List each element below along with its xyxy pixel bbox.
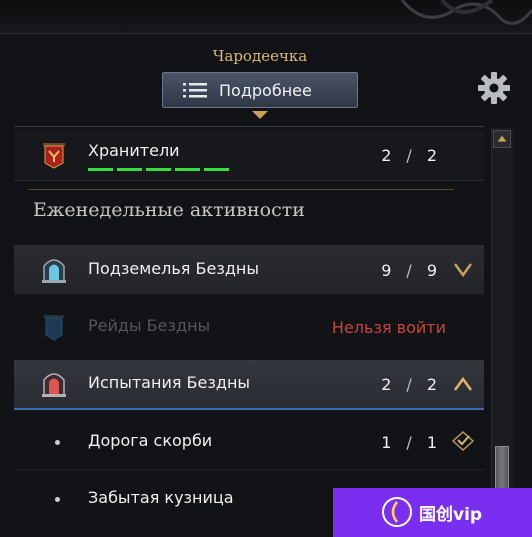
guardians-label: Хранители — [88, 141, 180, 160]
guardians-count: 2/2 — [381, 146, 438, 165]
bullet-dot — [55, 497, 60, 502]
watermark-badge: 国创vip — [333, 488, 532, 537]
progress-segment — [117, 168, 142, 171]
abyss-dungeons-label: Подземелья Бездны — [88, 259, 259, 278]
diamond-checkmark-icon — [452, 431, 474, 451]
raid-banner-icon — [44, 315, 64, 341]
watermark-text: 国创vip — [419, 505, 483, 525]
forgotten-forge-label: Забытая кузница — [88, 488, 234, 507]
window-top-frame — [0, 0, 532, 34]
chevron-up-icon[interactable] — [454, 377, 472, 391]
list-divider — [14, 126, 484, 127]
abyss-raids-row: Рейды Бездны Нельзя войти — [14, 302, 484, 352]
progress-segment — [88, 168, 113, 171]
abyss-dungeons-count: 9/9 — [381, 261, 438, 280]
abyss-gate-icon — [42, 259, 66, 283]
abyss-dungeons-row[interactable]: Подземелья Бездны 9/9 — [14, 245, 484, 295]
guardians-progress-bar — [88, 168, 229, 171]
road-of-sorrow-count: 1/1 — [381, 433, 438, 452]
section-divider — [28, 189, 454, 190]
road-of-sorrow-label: Дорога скорби — [88, 431, 213, 450]
gear-icon[interactable] — [477, 71, 511, 105]
bullet-dot — [55, 440, 60, 445]
character-name: Чародеечка — [212, 47, 308, 65]
abyss-trials-row[interactable]: Испытания Бездны 2/2 — [14, 360, 484, 410]
abyss-raids-label: Рейды Бездны — [88, 316, 211, 335]
dropdown-notch-icon — [252, 111, 268, 119]
weekly-section-title: Еженедельные активности — [33, 199, 305, 221]
guardians-row[interactable]: Хранители 2/2 — [14, 129, 484, 181]
trial-gate-icon — [42, 373, 66, 397]
progress-segment — [175, 168, 200, 171]
progress-segment — [146, 168, 171, 171]
details-button-label: Подробнее — [219, 80, 312, 100]
list-icon — [183, 83, 207, 98]
cannot-enter-status: Нельзя войти — [331, 318, 446, 337]
watermark-logo-icon — [382, 497, 412, 527]
road-of-sorrow-row[interactable]: Дорога скорби 1/1 — [14, 414, 484, 470]
abyss-trials-label: Испытания Бездны — [88, 373, 251, 392]
details-button[interactable]: Подробнее — [162, 72, 358, 108]
scroll-up-arrow-icon[interactable] — [493, 130, 511, 148]
progress-segment — [204, 168, 229, 171]
chevron-down-icon[interactable] — [454, 263, 472, 277]
abyss-trials-count: 2/2 — [381, 375, 438, 394]
guardian-banner-icon — [43, 143, 65, 169]
frame-ornament — [400, 0, 532, 25]
